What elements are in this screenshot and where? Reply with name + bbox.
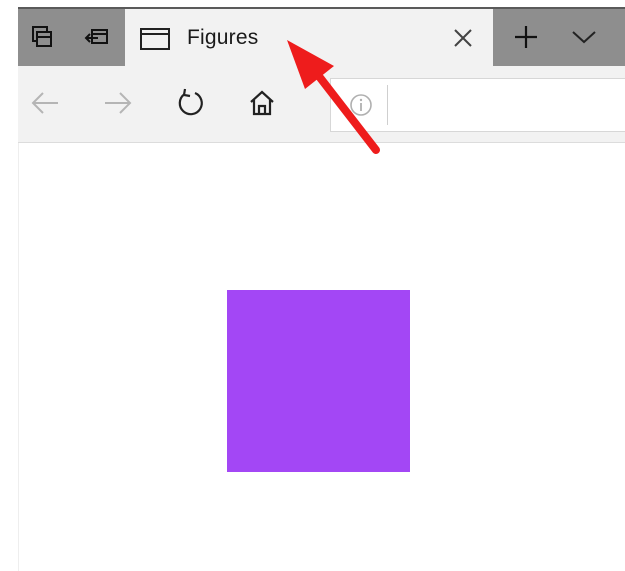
plus-icon <box>513 24 539 50</box>
chevron-down-icon <box>571 29 597 45</box>
tabs-restore-icon <box>84 25 110 49</box>
browser-window: Figures <box>0 0 625 571</box>
close-tab-button[interactable] <box>451 26 475 50</box>
tab-set-aside-icon <box>30 25 54 49</box>
home-button[interactable] <box>237 80 287 130</box>
tab-list-button[interactable] <box>558 8 610 66</box>
address-bar[interactable] <box>330 78 625 132</box>
back-arrow-icon <box>30 91 60 120</box>
new-tab-button[interactable] <box>498 8 553 66</box>
purple-square <box>227 290 410 472</box>
address-divider <box>387 85 388 125</box>
forward-arrow-icon <box>103 91 133 120</box>
tab-title: Figures <box>187 26 259 49</box>
close-icon <box>454 29 472 47</box>
info-icon[interactable] <box>349 93 373 122</box>
window-icon <box>140 28 170 55</box>
refresh-icon <box>175 88 205 123</box>
tab-figures[interactable]: Figures <box>125 9 493 66</box>
home-icon <box>248 89 276 122</box>
restore-tabs-button[interactable] <box>72 8 122 66</box>
refresh-button[interactable] <box>165 80 215 130</box>
forward-button[interactable] <box>93 80 143 130</box>
tabs-aside-button[interactable] <box>18 8 66 66</box>
back-button[interactable] <box>20 80 70 130</box>
